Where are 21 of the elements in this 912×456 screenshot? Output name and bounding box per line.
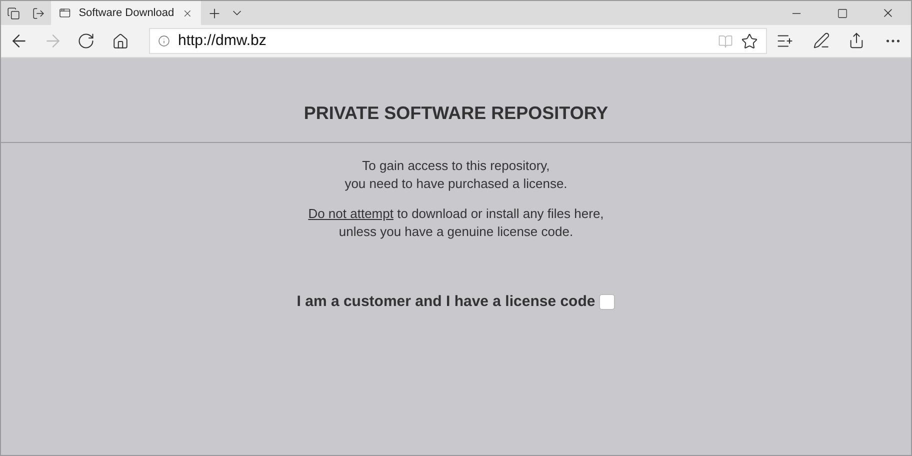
home-icon[interactable] [112, 32, 128, 50]
checkbox[interactable] [599, 294, 616, 310]
share-icon[interactable] [848, 32, 866, 49]
page-heading: PRIVATE SOFTWARE REPOSITORY [304, 102, 608, 125]
warning-text: Do not attempt to download or install any files here, unless you have a genuine license code. [308, 205, 604, 241]
pen-icon[interactable] [812, 32, 830, 49]
page-icon [59, 6, 71, 20]
tab-title: Software Download [78, 6, 174, 21]
star-icon[interactable] [741, 32, 758, 50]
warning-link[interactable]: Do not attempt [308, 206, 394, 221]
refresh-icon[interactable] [77, 32, 95, 50]
browser-tab[interactable]: Software Download [51, 1, 201, 25]
info-icon[interactable] [158, 35, 170, 47]
favorites-icon[interactable] [776, 32, 794, 50]
url-text: http://dmw.bz [178, 30, 268, 51]
close-icon[interactable] [881, 6, 895, 20]
consent-label: I am a customer and I have a license code [296, 292, 596, 312]
maximize-icon[interactable] [836, 8, 848, 18]
address-field[interactable]: http://dmw.bz [149, 28, 767, 54]
intro-text: To gain access to this repository, you need to have purchased a license. [344, 157, 568, 193]
tabs-icon[interactable] [6, 6, 20, 20]
